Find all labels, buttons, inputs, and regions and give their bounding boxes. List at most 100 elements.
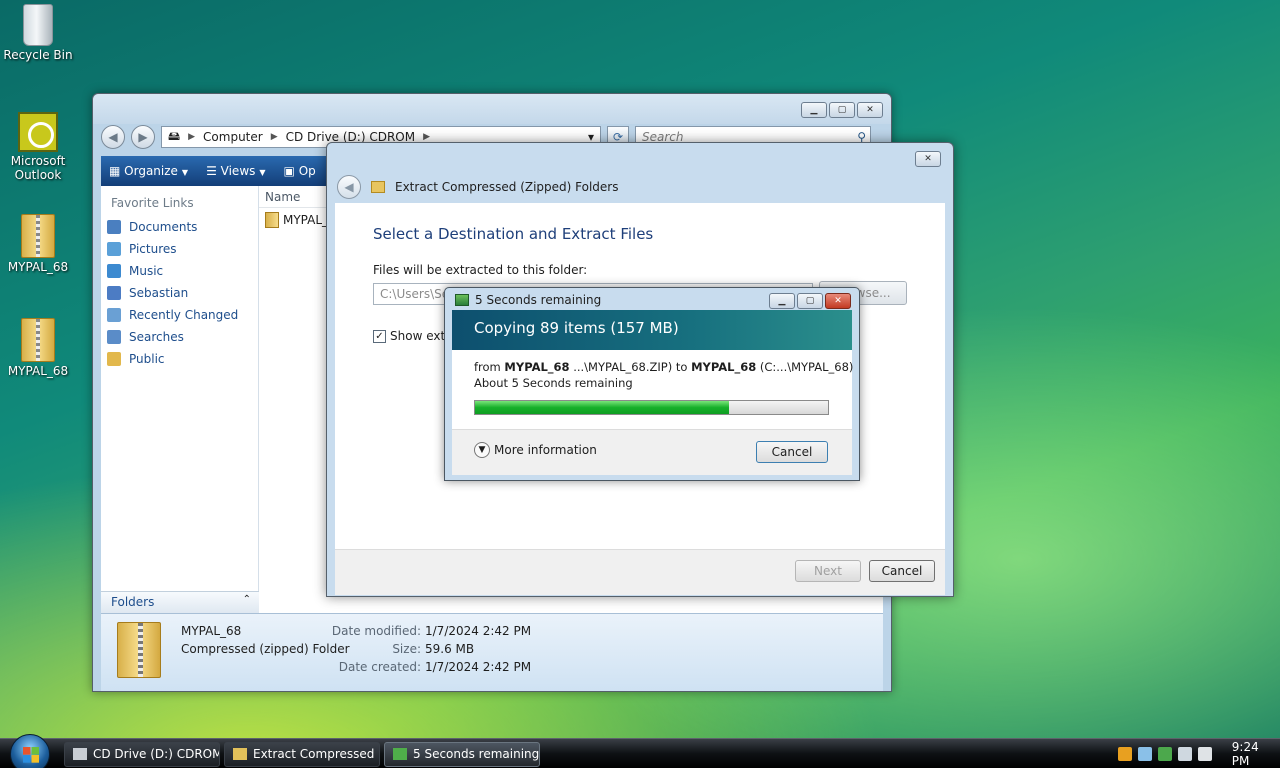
next-button[interactable]: Next [795,560,861,582]
favorite-link-searches[interactable]: Searches [101,326,258,348]
copy-icon [455,294,469,306]
favorite-link-icon [107,242,121,256]
desktop-icon-outlook[interactable]: Microsoft Outlook [0,112,76,182]
views-icon: ☰ [206,164,221,178]
size-value: 59.6 MB [425,642,475,656]
cancel-copy-button[interactable]: Cancel [756,441,828,463]
details-file-name: MYPAL_68 [181,624,242,638]
wizard-header: ◀ Extract Compressed (Zipped) Folders [335,171,945,203]
explorer-titlebar[interactable] [93,94,891,124]
clock[interactable]: 9:24 PM [1232,740,1280,768]
views-label: Views [220,164,256,178]
favorite-link-label: Searches [129,330,184,344]
progress-bar [474,400,829,415]
size-label: Size: [392,642,421,656]
copy-source-destination: from MYPAL_68 ...\MYPAL_68.ZIP) to MYPAL… [474,360,853,374]
favorite-link-documents[interactable]: Documents [101,216,258,238]
back-button[interactable]: ◀ [101,125,125,149]
wizard-footer: Next Cancel [335,549,945,595]
minimize-button[interactable]: ▁ [801,102,827,118]
zip-folder-icon [117,622,161,678]
copy-dialog-titlebar[interactable]: 5 Seconds remaining [455,293,601,307]
desktop-icon-recycle-bin[interactable]: Recycle Bin [0,4,76,62]
favorite-link-icon [107,286,121,300]
favorite-link-icon [107,264,121,278]
column-name-label: Name [265,190,301,204]
zip-folder-icon [371,181,385,193]
more-information-toggle[interactable]: ▼ More information [474,442,597,458]
open-button[interactable]: ▣ Op [284,164,316,178]
date-modified-label: Date modified: [331,624,421,638]
close-button[interactable]: ✕ [857,102,883,118]
organize-button[interactable]: ▦ Organize ▼ [109,164,188,178]
copy-dialog-title: 5 Seconds remaining [475,293,602,307]
wizard-title: Extract Compressed (Zipped) Folders [395,180,619,194]
favorite-link-label: Public [129,352,165,366]
date-modified-value: 1/7/2024 2:42 PM [425,624,532,638]
favorite-link-pictures[interactable]: Pictures [101,238,258,260]
desktop-icon-label: MYPAL_68 [7,364,69,378]
tray-app-icon[interactable] [1137,747,1152,761]
desktop-icon-mypal-zip[interactable]: MYPAL_68 [0,214,76,274]
outlook-icon [18,112,58,152]
destination-label: Files will be extracted to this folder: [373,263,588,277]
taskbar-button-explorer[interactable]: CD Drive (D:) CDROM [64,742,220,767]
desktop-icon-mypal-folder[interactable]: MYPAL_68 [0,318,76,378]
views-button[interactable]: ☰ Views ▼ [206,164,265,178]
date-created-value: 1/7/2024 2:42 PM [425,660,532,674]
taskbar-button-copy[interactable]: 5 Seconds remaining [384,742,540,767]
window-controls: ▁ ▢ ✕ [801,102,883,118]
chevron-down-icon: ▼ [181,168,189,177]
checkbox-checked-icon: ✓ [373,329,386,343]
window-controls: ▁ ▢ ✕ [769,293,851,309]
favorite-link-label: Pictures [129,242,177,256]
taskbar: CD Drive (D:) CDROM Extract Compressed .… [0,734,1280,768]
taskbar-button-extract[interactable]: Extract Compressed ... [224,742,380,767]
more-information-label: More information [494,443,597,457]
folders-toggle[interactable]: Folders ⌃ [101,591,259,613]
destination-path: (C:...\MYPAL_68) [759,360,854,374]
details-pane: MYPAL_68 Compressed (zipped) Folder Date… [101,613,883,691]
maximize-button[interactable]: ▢ [797,293,823,309]
close-button[interactable]: ✕ [915,151,941,167]
start-button[interactable] [10,734,50,768]
date-created-label: Date created: [338,660,421,674]
cancel-button[interactable]: Cancel [869,560,935,582]
volume-muted-icon[interactable] [1197,747,1212,761]
breadcrumb-separator-icon: ▶ [270,132,278,142]
source-path: ...\MYPAL_68.ZIP) [573,360,673,374]
breadcrumb-computer[interactable]: Computer [203,130,263,144]
from-word: from [474,360,501,374]
maximize-button[interactable]: ▢ [829,102,855,118]
favorite-links-heading: Favorite Links [111,196,194,210]
favorite-link-recently-changed[interactable]: Recently Changed [101,304,258,326]
organize-icon: ▦ [109,164,125,178]
tray-app-icon[interactable] [1157,747,1172,761]
taskbar-button-label: Extract Compressed ... [253,747,380,761]
network-icon[interactable] [1177,747,1192,761]
back-button[interactable]: ◀ [337,175,361,199]
folder-icon [21,318,55,362]
source-name: MYPAL_68 [504,360,570,374]
favorite-link-music[interactable]: Music [101,260,258,282]
chevron-down-icon: ▼ [259,168,266,177]
favorite-link-public[interactable]: Public [101,348,258,370]
breadcrumb-separator-icon: ▶ [423,132,431,142]
desktop-icon-label: Microsoft Outlook [10,154,66,182]
minimize-button[interactable]: ▁ [769,293,795,309]
favorite-link-icon [107,330,121,344]
computer-icon: 🖴 [168,128,181,143]
favorite-link-label: Documents [129,220,198,234]
taskbar-button-label: CD Drive (D:) CDROM [93,747,220,761]
forward-button[interactable]: ▶ [131,125,155,149]
file-name: MYPAL_ [283,213,329,227]
favorite-link-sebastian[interactable]: Sebastian [101,282,258,304]
copy-progress-dialog: 5 Seconds remaining ▁ ▢ ✕ Copying 89 ite… [444,287,860,481]
to-word: to [675,360,688,374]
zip-folder-icon [233,748,247,760]
close-button[interactable]: ✕ [825,293,851,309]
system-tray: 9:24 PM [1110,739,1280,768]
open-icon: ▣ [283,164,299,178]
navigation-pane: Favorite Links Documents Pictures Music Seb… [101,186,259,613]
security-shield-icon[interactable] [1118,747,1132,761]
